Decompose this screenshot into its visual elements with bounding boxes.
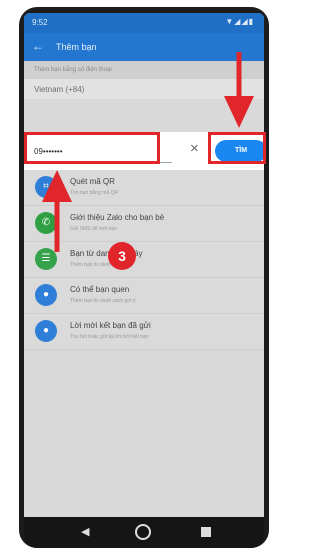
arrow-up-to-input (42, 170, 72, 252)
annotation-arrows (42, 52, 254, 252)
arrow-down-to-find (224, 52, 254, 128)
